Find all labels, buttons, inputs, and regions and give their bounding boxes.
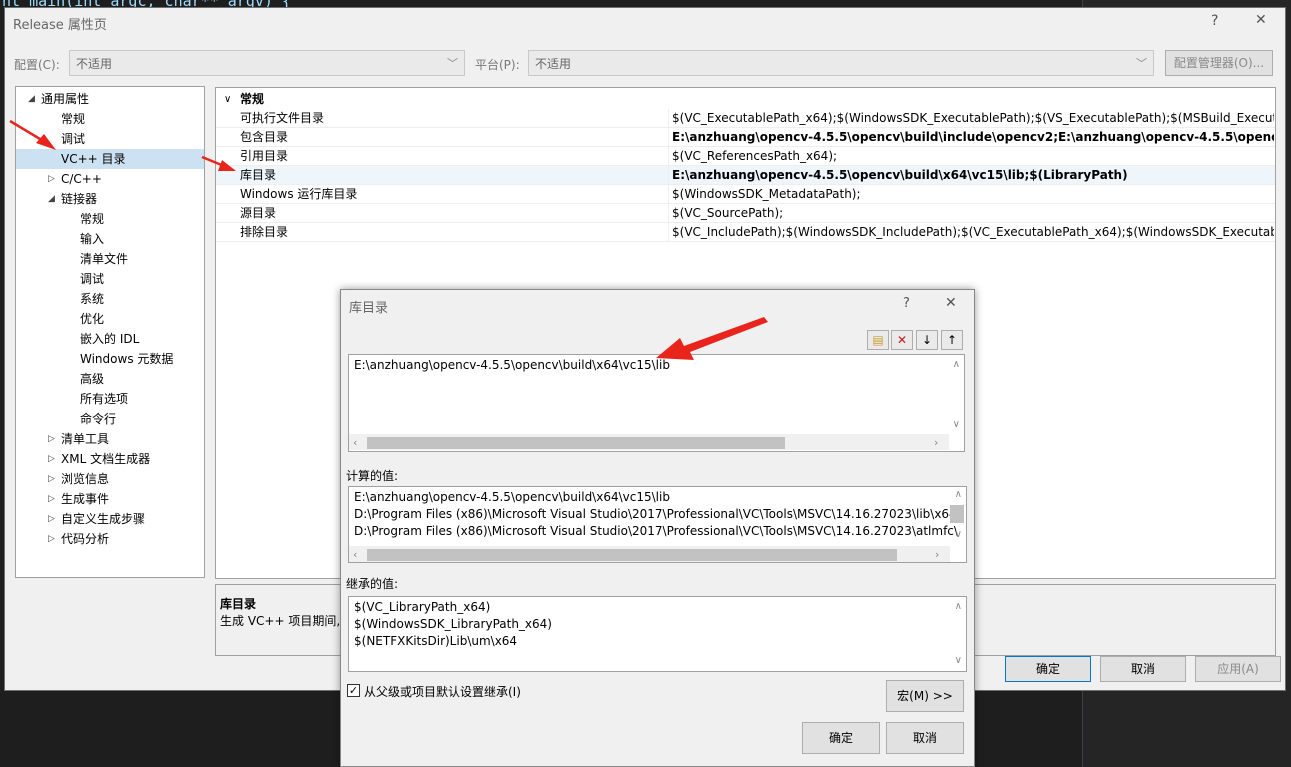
- arrow-to-edit-value: [656, 317, 768, 360]
- arrow-to-vc-directories: [9, 119, 56, 150]
- arrow-to-library-dirs: [201, 155, 236, 171]
- annotation-arrows: [9, 119, 768, 360]
